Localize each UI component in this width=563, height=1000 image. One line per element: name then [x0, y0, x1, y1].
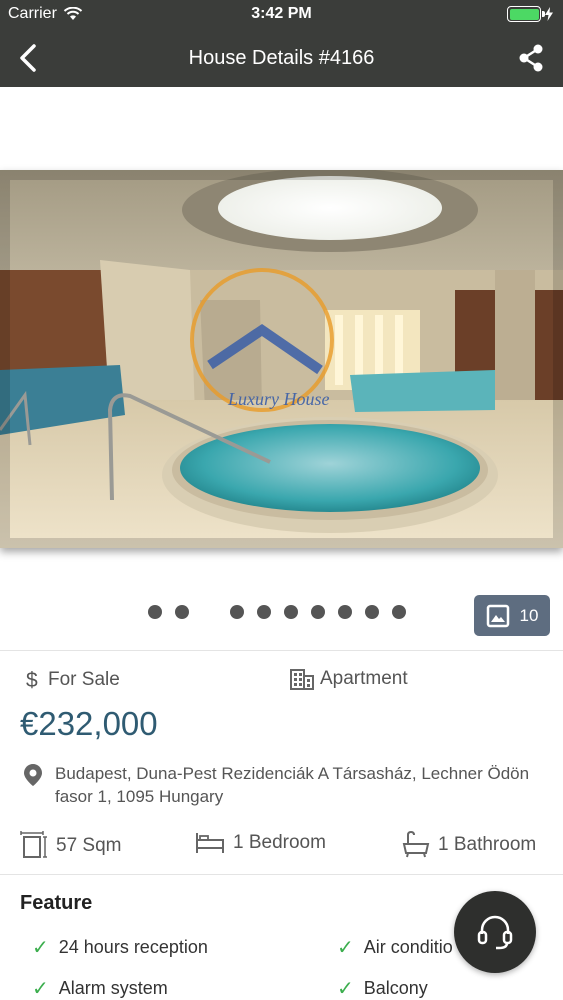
pagination-dot[interactable]	[148, 605, 162, 619]
photo-count-button[interactable]: 10	[474, 595, 550, 636]
checkmark-icon: ✓	[32, 937, 49, 959]
feature-item: ✓ Balcony	[337, 976, 428, 1000]
listing-type: Apartment	[290, 668, 408, 690]
pagination-dot[interactable]	[284, 605, 298, 619]
share-button[interactable]	[513, 40, 549, 76]
feature-item: ✓ Alarm system	[32, 976, 168, 1000]
bed-icon	[196, 833, 224, 853]
location-pin-icon	[24, 764, 42, 786]
checkmark-icon: ✓	[337, 978, 354, 1000]
bathtub-icon	[402, 831, 430, 858]
share-icon	[519, 44, 543, 72]
pagination-dot[interactable]	[230, 605, 244, 619]
headset-icon	[477, 915, 513, 950]
pagination-dot[interactable]	[311, 605, 325, 619]
support-chat-button[interactable]	[454, 891, 536, 973]
divider	[0, 874, 563, 875]
dollar-icon: $	[26, 669, 38, 692]
page-title: House Details #4166	[188, 47, 375, 69]
pagination-dot[interactable]	[338, 605, 352, 619]
listing-status: $ For Sale	[24, 668, 120, 692]
charging-bolt-icon	[545, 7, 553, 21]
status-bar: Carrier 3:42 PM	[0, 0, 563, 30]
feature-label: 24 hours reception	[58, 937, 208, 957]
navigation-bar: House Details #4166	[0, 30, 563, 87]
watermark-text: Luxury House	[227, 389, 330, 409]
bathrooms-label: 1 Bathroom	[438, 834, 537, 855]
feature-label: Air conditio	[363, 937, 453, 957]
spec-bedrooms: 1 Bedroom	[195, 831, 326, 855]
spec-bathrooms: 1 Bathroom	[402, 831, 536, 859]
svg-text:$: $	[26, 669, 38, 692]
image-gallery-icon	[486, 604, 509, 627]
listing-address: Budapest, Duna-Pest Rezidenciák A Társas…	[55, 764, 530, 806]
divider	[0, 650, 563, 651]
feature-item: ✓ 24 hours reception	[32, 935, 208, 960]
area-icon	[20, 831, 47, 858]
battery-icon	[507, 6, 545, 22]
checkmark-icon: ✓	[337, 937, 354, 959]
listing-price: €232,000	[20, 705, 158, 742]
feature-label: Balcony	[363, 978, 428, 998]
pagination-dot[interactable]	[365, 605, 379, 619]
pagination-dot[interactable]	[257, 605, 271, 619]
feature-section-title: Feature	[20, 892, 93, 914]
pool-photo-image: Luxury House	[0, 170, 563, 548]
battery-indicator	[507, 6, 553, 22]
checkmark-icon: ✓	[32, 978, 49, 1000]
pagination-dot[interactable]	[392, 605, 406, 619]
bedrooms-label: 1 Bedroom	[233, 832, 326, 853]
building-icon	[290, 669, 314, 690]
spec-area: 57 Sqm	[20, 831, 121, 861]
listing-status-label: For Sale	[48, 669, 120, 690]
clock: 3:42 PM	[251, 5, 312, 22]
battery-fill	[509, 8, 539, 20]
area-label: 57 Sqm	[56, 835, 122, 856]
property-photo[interactable]: Luxury House	[0, 170, 563, 548]
listing-type-label: Apartment	[320, 668, 408, 689]
photo-count-label: 10	[519, 605, 539, 625]
pagination-dot[interactable]	[175, 605, 189, 619]
feature-label: Alarm system	[58, 978, 168, 998]
